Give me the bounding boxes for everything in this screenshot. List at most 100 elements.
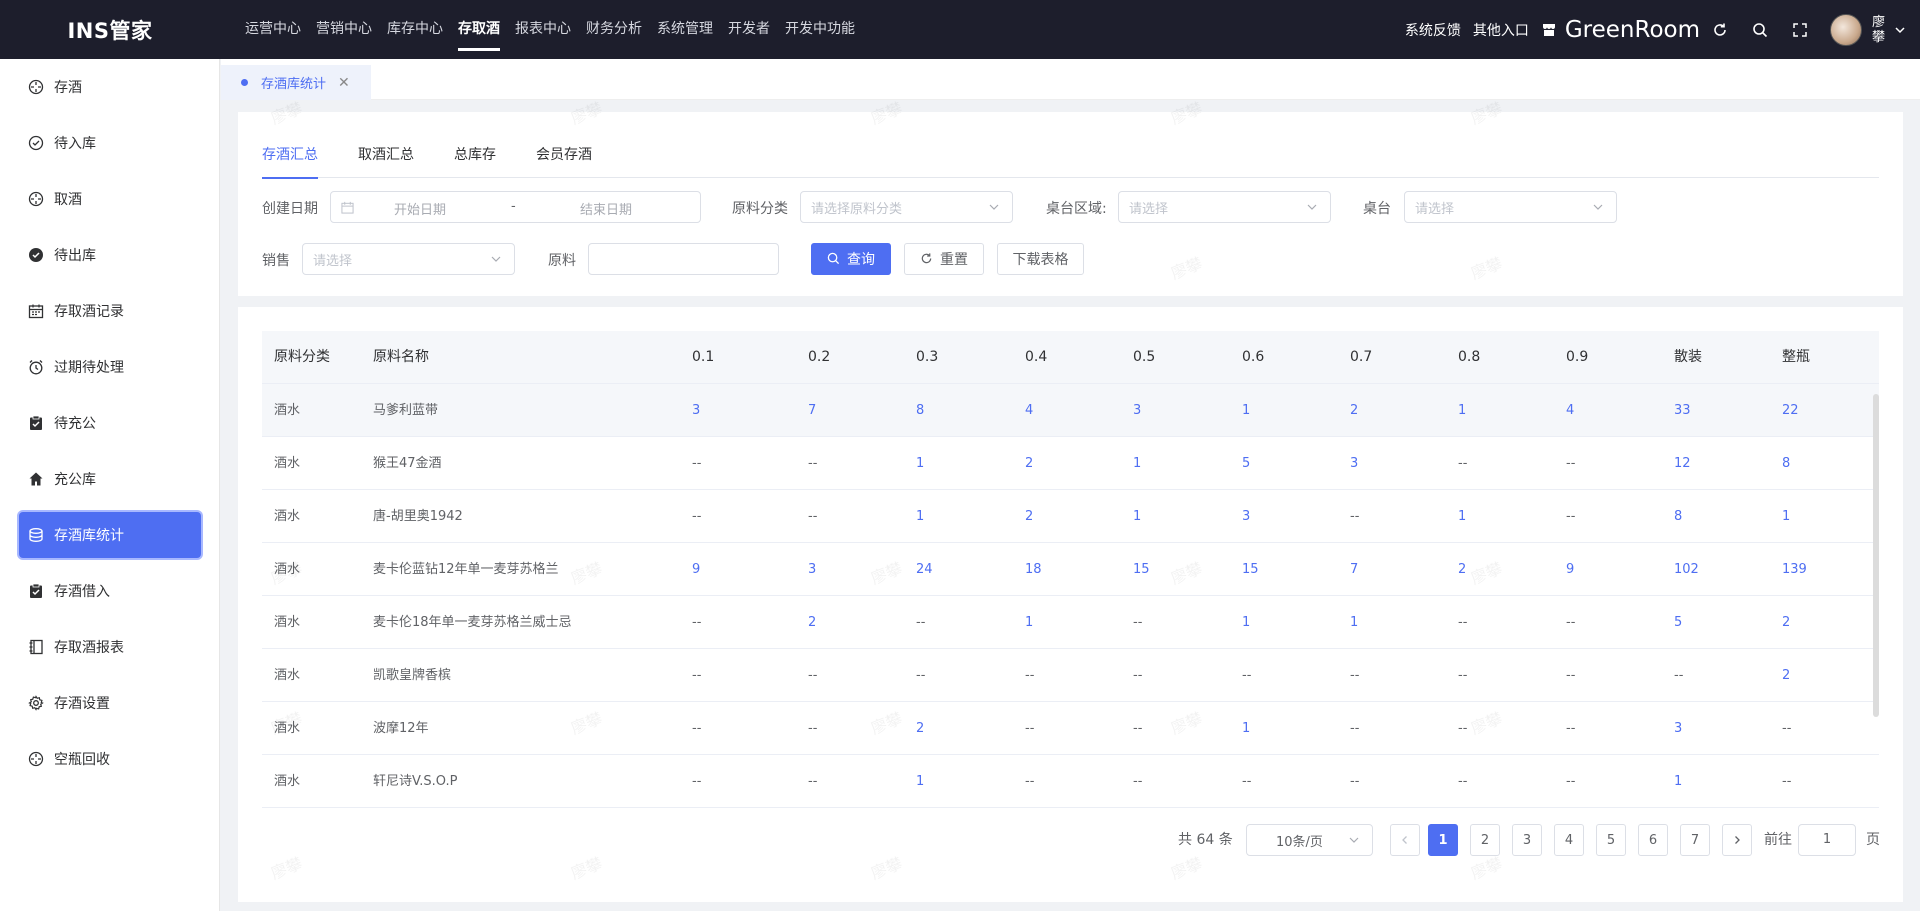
store-name[interactable]: GreenRoom (1565, 17, 1700, 43)
app-logo[interactable]: INS管家 (0, 15, 220, 45)
table-row[interactable]: 酒水 麦卡伦蓝钻12年单一麦芽苏格兰 9 3 24 18 15 15 7 2 9 102 139 (262, 543, 1879, 596)
prev-page-button[interactable] (1390, 824, 1420, 856)
sidebar-item-pending-confiscate[interactable]: 待充公 (19, 400, 201, 446)
quantity-cell[interactable]: 139 (1782, 543, 1807, 596)
sidebar-item-pending-inbound[interactable]: 待入库 (19, 120, 201, 166)
quantity-cell[interactable]: 1 (1133, 437, 1141, 490)
page-button[interactable]: 1 (1428, 824, 1458, 856)
nav-report-center[interactable]: 报表中心 (515, 0, 571, 59)
quantity-cell[interactable]: 1 (1025, 596, 1033, 649)
sidebar-item-bottle-recycle[interactable]: 空瓶回收 (19, 736, 201, 782)
quantity-cell[interactable]: 3 (692, 384, 700, 437)
quantity-cell[interactable]: 3 (808, 543, 816, 596)
nav-finance-analysis[interactable]: 财务分析 (586, 0, 642, 59)
end-date-input[interactable]: 结束日期 (580, 199, 632, 218)
quantity-cell[interactable]: 22 (1782, 384, 1799, 437)
nav-developer[interactable]: 开发者 (728, 0, 770, 59)
quantity-cell[interactable]: 7 (1350, 543, 1358, 596)
quantity-cell[interactable]: 3 (1350, 437, 1358, 490)
quantity-cell[interactable]: 7 (808, 384, 816, 437)
quantity-cell[interactable]: 2 (1025, 437, 1033, 490)
sidebar-item-stock-statistics[interactable]: 存酒库统计 (19, 512, 201, 558)
quantity-cell[interactable]: 1 (916, 437, 924, 490)
tab-store-summary[interactable]: 存酒汇总 (262, 144, 318, 179)
search-icon[interactable] (1750, 20, 1770, 40)
quantity-cell[interactable]: 4 (1566, 384, 1574, 437)
tab-take-summary[interactable]: 取酒汇总 (358, 144, 414, 178)
feedback-link[interactable]: 系统反馈 (1405, 20, 1461, 40)
quantity-cell[interactable]: 9 (692, 543, 700, 596)
quantity-cell[interactable]: 9 (1566, 543, 1574, 596)
page-button[interactable]: 2 (1470, 824, 1500, 856)
nav-wine-storage[interactable]: 存取酒 (458, 0, 500, 59)
page-button[interactable]: 6 (1638, 824, 1668, 856)
quantity-cell[interactable]: 2 (1025, 490, 1033, 543)
table-row[interactable]: 酒水 波摩12年 -- -- 2 -- -- 1 -- -- -- 3 -- (262, 702, 1879, 755)
quantity-cell[interactable]: 2 (808, 596, 816, 649)
sidebar-item-settings[interactable]: 存酒设置 (19, 680, 201, 726)
quantity-cell[interactable]: 1 (1242, 384, 1250, 437)
nav-ops-center[interactable]: 运营中心 (245, 0, 301, 59)
quantity-cell[interactable]: 1 (1350, 596, 1358, 649)
quantity-cell[interactable]: 2 (1350, 384, 1358, 437)
sidebar-item-take-wine[interactable]: 取酒 (19, 176, 201, 222)
page-tab[interactable]: 存酒库统计 ✕ (221, 65, 371, 100)
tab-total-stock[interactable]: 总库存 (454, 144, 496, 178)
quantity-cell[interactable]: 1 (1674, 755, 1682, 808)
quantity-cell[interactable]: 3 (1133, 384, 1141, 437)
refresh-icon[interactable] (1710, 20, 1730, 40)
date-range-picker[interactable]: 开始日期 - 结束日期 (330, 191, 701, 223)
table-row[interactable]: 酒水 麦卡伦18年单一麦芽苏格兰威士忌 -- 2 -- 1 -- 1 1 -- -- 5 2 (262, 596, 1879, 649)
quantity-cell[interactable]: 2 (1782, 649, 1790, 702)
quantity-cell[interactable]: 3 (1242, 490, 1250, 543)
quantity-cell[interactable]: 1 (1133, 490, 1141, 543)
table-scrollbar[interactable] (1873, 394, 1879, 717)
quantity-cell[interactable]: 5 (1674, 596, 1682, 649)
quantity-cell[interactable]: 8 (1782, 437, 1790, 490)
quantity-cell[interactable]: 15 (1242, 543, 1259, 596)
quantity-cell[interactable]: 18 (1025, 543, 1042, 596)
page-button[interactable]: 4 (1554, 824, 1584, 856)
quantity-cell[interactable]: 2 (1782, 596, 1790, 649)
quantity-cell[interactable]: 1 (1782, 490, 1790, 543)
page-button[interactable]: 3 (1512, 824, 1542, 856)
quantity-cell[interactable]: 15 (1133, 543, 1150, 596)
quantity-cell[interactable]: 24 (916, 543, 933, 596)
close-icon[interactable]: ✕ (338, 75, 350, 91)
avatar[interactable] (1830, 13, 1862, 46)
download-table-button[interactable]: 下载表格 (997, 243, 1084, 275)
goto-page-input[interactable]: 1 (1798, 824, 1856, 856)
sidebar-item-borrow[interactable]: 存酒借入 (19, 568, 201, 614)
query-button[interactable]: 查询 (811, 243, 891, 275)
quantity-cell[interactable]: 1 (1242, 702, 1250, 755)
sidebar-item-report[interactable]: 存取酒报表 (19, 624, 201, 670)
table-select[interactable]: 请选择 (1404, 191, 1617, 223)
quantity-cell[interactable]: 1 (1458, 384, 1466, 437)
sidebar-item-pending-outbound[interactable]: 待出库 (19, 232, 201, 278)
quantity-cell[interactable]: 8 (916, 384, 924, 437)
table-area-select[interactable]: 请选择 (1118, 191, 1331, 223)
start-date-input[interactable]: 开始日期 (394, 199, 446, 218)
quantity-cell[interactable]: 8 (1674, 490, 1682, 543)
material-category-select[interactable]: 请选择原料分类 (800, 191, 1013, 223)
fullscreen-icon[interactable] (1790, 20, 1810, 40)
quantity-cell[interactable]: 2 (916, 702, 924, 755)
table-row[interactable]: 酒水 猴王47金酒 -- -- 1 2 1 5 3 -- -- 12 8 (262, 437, 1879, 490)
nav-inventory-center[interactable]: 库存中心 (387, 0, 443, 59)
quantity-cell[interactable]: 1 (916, 490, 924, 543)
table-row[interactable]: 酒水 马爹利蓝带 3 7 8 4 3 1 2 1 4 33 22 (262, 384, 1879, 437)
chevron-down-icon[interactable] (1894, 24, 1908, 36)
next-page-button[interactable] (1722, 824, 1752, 856)
sales-select[interactable]: 请选择 (302, 243, 515, 275)
table-row[interactable]: 酒水 凯歌皇牌香槟 -- -- -- -- -- -- -- -- -- -- 2 (262, 649, 1879, 702)
page-button[interactable]: 5 (1596, 824, 1626, 856)
quantity-cell[interactable]: 5 (1242, 437, 1250, 490)
table-row[interactable]: 酒水 轩尼诗V.S.O.P -- -- 1 -- -- -- -- -- -- 1 -- (262, 755, 1879, 808)
tab-member-storage[interactable]: 会员存酒 (536, 144, 592, 178)
table-row[interactable]: 酒水 唐-胡里奥1942 -- -- 1 2 1 3 -- 1 -- 8 1 (262, 490, 1879, 543)
quantity-cell[interactable]: 33 (1674, 384, 1691, 437)
page-size-select[interactable]: 10条/页 (1246, 824, 1373, 856)
reset-button[interactable]: 重置 (904, 243, 984, 275)
quantity-cell[interactable]: 1 (1242, 596, 1250, 649)
quantity-cell[interactable]: 102 (1674, 543, 1699, 596)
